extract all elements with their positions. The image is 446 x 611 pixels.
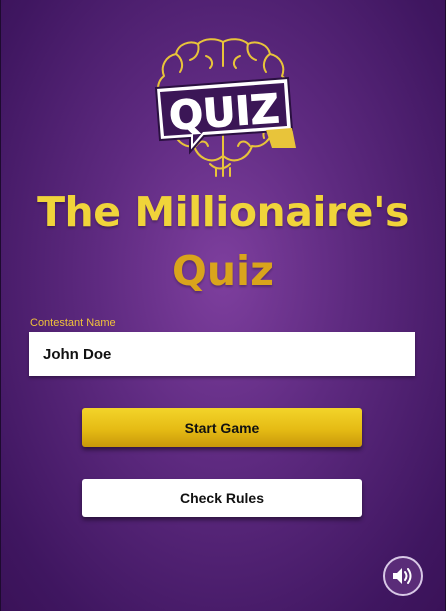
quiz-brain-logo: QUIZ xyxy=(146,36,300,180)
sound-toggle-button[interactable] xyxy=(383,556,423,596)
check-rules-button[interactable]: Check Rules xyxy=(82,479,362,517)
logo-text: QUIZ xyxy=(168,86,281,140)
start-game-button[interactable]: Start Game xyxy=(82,408,362,447)
page-title-line1: The Millionaire's xyxy=(37,188,409,236)
page-title-line2: Quiz xyxy=(172,247,274,295)
contestant-name-input[interactable] xyxy=(29,332,415,376)
contestant-name-label: Contestant Name xyxy=(30,317,116,329)
speaker-icon xyxy=(393,568,412,584)
brain-icon: QUIZ xyxy=(154,38,296,177)
